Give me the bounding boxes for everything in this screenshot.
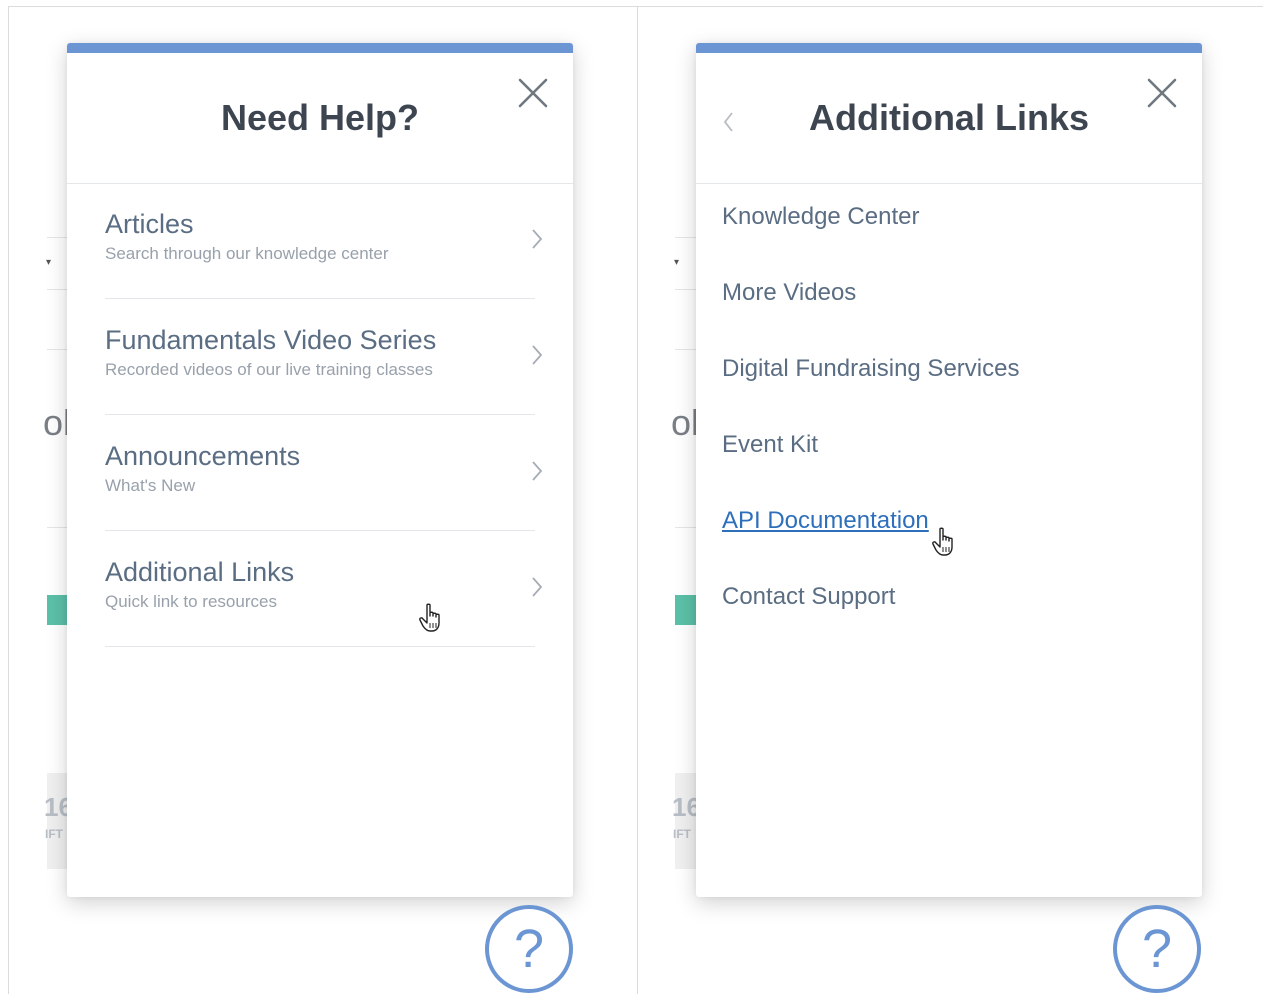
help-menu-list: Articles Search through our knowledge ce… <box>105 183 543 647</box>
left-screenshot-frame: ▾ ol 16 IFT Need Help? Articles Search t… <box>8 6 638 994</box>
right-screenshot-frame: ▾ ol 16 IFT Additional Links Knowledge C… <box>637 6 1263 994</box>
close-icon[interactable] <box>517 77 549 109</box>
menu-item-announcements[interactable]: Announcements What's New <box>105 415 543 531</box>
menu-item-title: Additional Links <box>105 557 295 587</box>
background-divider <box>675 289 697 290</box>
help-button[interactable]: ? <box>1113 905 1201 993</box>
background-divider <box>47 237 69 238</box>
help-button[interactable]: ? <box>485 905 573 993</box>
menu-item-subtitle: What's New <box>105 476 196 495</box>
link-digital-fundraising-services[interactable]: Digital Fundraising Services <box>722 355 1019 431</box>
help-panel-header: Need Help? <box>67 53 573 184</box>
link-contact-support[interactable]: Contact Support <box>722 583 1019 659</box>
question-mark-icon: ? <box>513 919 545 979</box>
menu-item-fundamentals-video-series[interactable]: Fundamentals Video Series Recorded video… <box>105 299 543 415</box>
chevron-right-icon <box>532 345 543 365</box>
background-teal-button <box>47 595 69 625</box>
additional-links-panel: Additional Links Knowledge Center More V… <box>696 43 1202 897</box>
background-divider <box>47 349 69 350</box>
menu-item-subtitle: Quick link to resources <box>105 592 277 611</box>
help-panel-title: Need Help? <box>220 97 420 138</box>
menu-item-title: Announcements <box>105 441 301 471</box>
close-icon[interactable] <box>1146 77 1178 109</box>
background-teal-button <box>675 595 697 625</box>
link-api-documentation[interactable]: API Documentation <box>722 507 1019 583</box>
background-divider <box>675 237 697 238</box>
additional-links-header: Additional Links <box>696 53 1202 184</box>
menu-item-title: Fundamentals Video Series <box>105 325 437 355</box>
menu-item-articles[interactable]: Articles Search through our knowledge ce… <box>105 183 543 299</box>
background-divider <box>675 349 697 350</box>
chevron-right-icon <box>532 229 543 249</box>
help-panel: Need Help? Articles Search through our k… <box>67 43 573 897</box>
question-mark-icon: ? <box>1141 919 1173 979</box>
background-divider <box>47 527 69 528</box>
menu-item-additional-links[interactable]: Additional Links Quick link to resources <box>105 531 543 647</box>
link-more-videos[interactable]: More Videos <box>722 279 1019 355</box>
background-stat-label: IFT <box>45 827 63 841</box>
background-text-fragment: ol <box>671 402 700 443</box>
chevron-right-icon <box>532 577 543 597</box>
link-knowledge-center[interactable]: Knowledge Center <box>722 203 1019 279</box>
additional-links-list: Knowledge Center More Videos Digital Fun… <box>722 203 1019 659</box>
background-divider <box>47 289 69 290</box>
link-event-kit[interactable]: Event Kit <box>722 431 1019 507</box>
background-divider <box>675 527 697 528</box>
menu-item-title: Articles <box>105 209 194 239</box>
chevron-right-icon <box>532 461 543 481</box>
menu-item-subtitle: Recorded videos of our live training cla… <box>105 360 433 379</box>
menu-item-subtitle: Search through our knowledge center <box>105 244 389 263</box>
background-stat-label: IFT <box>673 827 691 841</box>
background-caret-icon: ▾ <box>674 257 680 268</box>
additional-links-title: Additional Links <box>808 97 1089 138</box>
background-caret-icon: ▾ <box>46 257 52 268</box>
